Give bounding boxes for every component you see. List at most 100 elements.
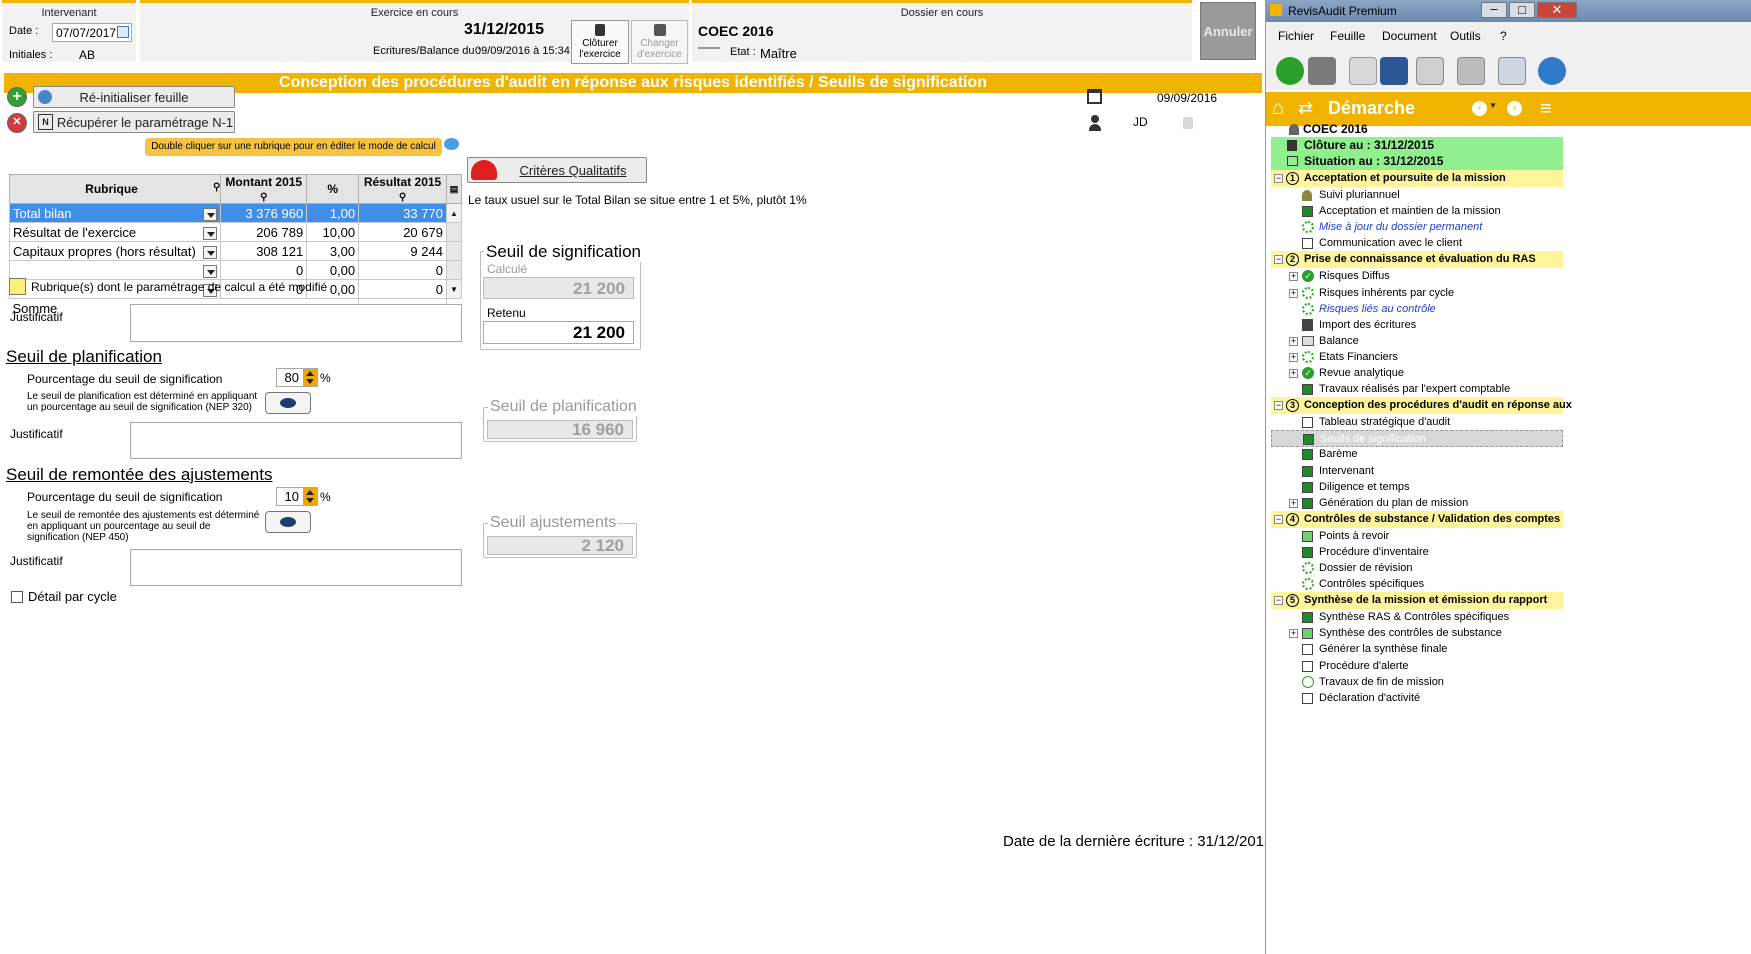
remontee-justificatif-field[interactable] xyxy=(130,549,462,586)
calendar-check-icon[interactable] xyxy=(1087,89,1102,104)
scrollbar-track[interactable] xyxy=(445,260,463,280)
scroll-up-icon[interactable]: ▲ xyxy=(445,203,463,223)
tree-item[interactable]: Procédure d'inventaire xyxy=(1271,544,1563,561)
tree-item[interactable]: + Synthèse des contrôles de substance xyxy=(1271,625,1563,642)
expand-icon[interactable]: + xyxy=(1289,272,1298,282)
tree-item[interactable]: + ✓ Risques Diffus xyxy=(1271,268,1563,285)
cell-montant[interactable]: 0 xyxy=(220,260,308,280)
scroll-down-icon[interactable]: ▼ xyxy=(445,279,463,299)
dropdown-icon[interactable] xyxy=(203,245,218,259)
forward-icon[interactable] xyxy=(1538,57,1566,85)
cell-rubrique[interactable]: Total bilan xyxy=(8,203,222,223)
menu-outils[interactable]: Outils xyxy=(1450,29,1481,43)
tree-section-3[interactable]: −3 Conception des procédures d'audit en r… xyxy=(1271,397,1572,415)
tree-item[interactable]: Seuils de signification xyxy=(1271,430,1563,448)
cell-pct[interactable]: 1,00 xyxy=(306,203,360,223)
collapse-icon[interactable]: − xyxy=(1274,596,1283,606)
tree-item[interactable]: Déclaration d'activité xyxy=(1271,690,1563,707)
collapse-icon[interactable]: − xyxy=(1274,401,1283,411)
cell-resultat[interactable]: 20 679 xyxy=(358,222,447,242)
delete-icon[interactable]: ✕ xyxy=(7,113,27,133)
dropdown-icon[interactable] xyxy=(203,207,218,221)
tree-section-5[interactable]: −5 Synthèse de la mission et émission du … xyxy=(1271,592,1563,610)
detail-cycle-checkbox[interactable] xyxy=(11,591,23,603)
criteres-button[interactable]: Critères Qualitatifs xyxy=(467,157,647,183)
tree-item[interactable]: Contrôles spécifiques xyxy=(1271,576,1563,593)
table-row[interactable]: 0 0,00 0 xyxy=(8,260,463,280)
tree-item[interactable]: Tableau stratégique d'audit xyxy=(1271,414,1563,431)
stepper-arrows-icon[interactable] xyxy=(303,488,317,505)
col-montant[interactable]: Montant 2015 ⚲ xyxy=(220,174,308,204)
table-row[interactable]: Résultat de l'exercice 206 789 10,00 20 … xyxy=(8,222,463,242)
cell-montant[interactable]: 308 121 xyxy=(220,241,308,261)
tree-item[interactable]: + Etats Financiers xyxy=(1271,349,1563,366)
collapse-icon[interactable]: − xyxy=(1274,514,1283,524)
validate-icon[interactable] xyxy=(1276,57,1304,85)
tree-item[interactable]: Dossier de révision xyxy=(1271,560,1563,577)
tree-item[interactable]: + Génération du plan de mission xyxy=(1271,495,1563,512)
word-icon[interactable] xyxy=(1380,57,1408,85)
calendar-icon[interactable] xyxy=(117,26,129,38)
tree-item[interactable]: Import des écritures xyxy=(1271,317,1563,334)
cell-resultat[interactable]: 0 xyxy=(358,260,447,280)
planification-justificatif-field[interactable] xyxy=(130,422,462,459)
cell-rubrique[interactable] xyxy=(8,260,222,280)
tree-section-1[interactable]: −1 Acceptation et poursuite de la mission xyxy=(1271,170,1563,187)
col-resultat[interactable]: Résultat 2015 ⚲ xyxy=(358,174,447,204)
stepper-arrows-icon[interactable] xyxy=(303,369,317,386)
tree-section-4[interactable]: −4 Contrôles de substance / Validation de… xyxy=(1271,510,1563,528)
planification-pct-stepper[interactable]: 80 xyxy=(276,368,318,387)
cell-resultat[interactable]: 0 xyxy=(358,279,447,299)
table-row[interactable]: Total bilan 3 376 960 1,00 33 770 ▲ xyxy=(8,203,463,223)
tree-item[interactable]: Communication avec le client xyxy=(1271,235,1563,252)
cloturer-button[interactable]: Clôturer l'exercice xyxy=(571,20,629,64)
date-field[interactable]: 07/07/2017 xyxy=(52,23,132,42)
search-icon[interactable]: ⚲ xyxy=(399,192,406,203)
cell-montant[interactable]: 3 376 960 xyxy=(220,203,308,223)
menu-feuille[interactable]: Feuille xyxy=(1330,29,1365,43)
chevron-down-icon[interactable]: ▼ xyxy=(1489,101,1497,110)
annuler-button[interactable]: Annuler xyxy=(1200,2,1256,60)
remontee-view-button[interactable] xyxy=(265,511,311,533)
maximize-icon[interactable]: □ xyxy=(1509,2,1535,18)
tree-dossier[interactable]: COEC 2016 xyxy=(1287,121,1562,138)
tree-item[interactable]: + ✓ Revue analytique xyxy=(1271,365,1563,382)
recuperer-button[interactable]: N Récupérer le paramétrage N-1 xyxy=(33,111,235,133)
tree-section-2[interactable]: −2 Prise de connaissance et évaluation du… xyxy=(1271,251,1563,269)
justificatif-field[interactable] xyxy=(130,304,462,342)
expand-icon[interactable]: + xyxy=(1289,498,1298,508)
tree-item[interactable]: Procédure d'alerte xyxy=(1271,658,1563,675)
attach-icon[interactable] xyxy=(1349,57,1377,85)
reinit-button[interactable]: Ré-initialiser feuille xyxy=(33,86,235,108)
tree-item[interactable]: Risques liés au contrôle xyxy=(1271,301,1563,318)
column-settings-icon[interactable]: ▤ xyxy=(445,174,463,204)
planification-view-button[interactable] xyxy=(265,392,311,414)
expand-icon[interactable]: + xyxy=(1289,629,1298,639)
tree-item[interactable]: Acceptation et maintien de la mission xyxy=(1271,203,1563,220)
col-pct[interactable]: % xyxy=(306,174,360,204)
dropdown-icon[interactable] xyxy=(203,226,218,240)
search-icon[interactable]: ⚲ xyxy=(213,182,220,193)
tree-item[interactable]: Générer la synthèse finale xyxy=(1271,641,1563,658)
next-icon[interactable]: › xyxy=(1507,101,1522,116)
expand-icon[interactable]: + xyxy=(1289,336,1298,346)
tree-item[interactable]: Travaux réalisés par l'expert comptable xyxy=(1271,381,1563,398)
scanner-icon[interactable] xyxy=(1498,57,1526,85)
changer-button[interactable]: Changer d'exercice xyxy=(631,20,688,64)
cell-rubrique[interactable]: Capitaux propres (hors résultat) xyxy=(8,241,222,261)
tree-item[interactable]: + Risques inhérents par cycle xyxy=(1271,285,1563,302)
cell-rubrique[interactable]: Résultat de l'exercice xyxy=(8,222,222,242)
home-icon[interactable]: ⌂ xyxy=(1272,98,1292,118)
minimize-icon[interactable]: – xyxy=(1481,2,1507,18)
remontee-pct-stepper[interactable]: 10 xyxy=(276,487,318,506)
collapse-icon[interactable]: − xyxy=(1274,255,1283,265)
tree-item[interactable]: Mise à jour du dossier permanent xyxy=(1271,219,1563,236)
tree-item[interactable]: Travaux de fin de mission xyxy=(1271,674,1563,691)
tree-item[interactable]: Synthèse RAS & Contrôles spécifiques xyxy=(1271,609,1563,626)
tree-item[interactable]: Suivi pluriannuel xyxy=(1271,187,1563,204)
expand-icon[interactable]: + xyxy=(1289,369,1298,378)
cell-pct[interactable]: 10,00 xyxy=(306,222,360,242)
prev-icon[interactable]: ‹ xyxy=(1472,101,1487,116)
collapse-icon[interactable]: − xyxy=(1274,174,1283,183)
dropdown-icon[interactable] xyxy=(203,264,218,278)
